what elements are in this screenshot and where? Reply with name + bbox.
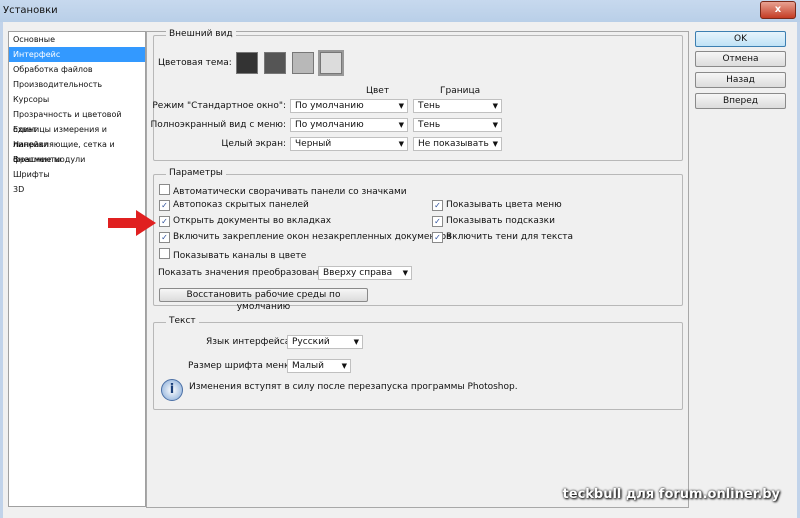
back-button[interactable]: Назад xyxy=(695,72,786,88)
appearance-row-label: Режим "Стандартное окно": xyxy=(152,101,286,111)
checkbox-label: Показывать цвета меню xyxy=(446,200,562,210)
theme-swatch[interactable] xyxy=(292,52,314,74)
border-value: Не показывать xyxy=(418,139,489,149)
text-title: Текст xyxy=(166,316,199,326)
border-select[interactable]: Тень ▼ xyxy=(413,99,502,113)
font-size-label: Размер шрифта меню: xyxy=(188,361,295,371)
appearance-row-label: Полноэкранный вид с меню: xyxy=(150,120,286,130)
border-select[interactable]: Не показывать ▼ xyxy=(413,137,502,151)
info-icon: i xyxy=(161,379,183,401)
language-label: Язык интерфейса: xyxy=(206,337,294,347)
color-select[interactable]: По умолчанию ▼ xyxy=(290,99,408,113)
appearance-group: Внешний вид Цветовая тема: Цвет Граница … xyxy=(150,29,683,161)
color-value: По умолчанию xyxy=(295,101,364,111)
checkbox-option[interactable]: Автоматически сворачивать панели со знач… xyxy=(159,184,407,198)
checkbox-label: Автопоказ скрытых панелей xyxy=(173,200,309,210)
chevron-down-icon: ▼ xyxy=(398,102,404,110)
color-select[interactable]: Черный ▼ xyxy=(290,137,408,151)
sidebar-item[interactable]: Обработка файлов xyxy=(9,62,145,77)
checkbox-label: Автоматически сворачивать панели со знач… xyxy=(173,187,407,197)
theme-swatch[interactable] xyxy=(318,50,344,76)
font-size-value: Малый xyxy=(292,361,324,371)
title-bar xyxy=(0,0,800,22)
border-value: Тень xyxy=(418,120,441,130)
checkbox-label: Открыть документы во вкладках xyxy=(173,216,332,226)
border-select[interactable]: Тень ▼ xyxy=(413,118,502,132)
window-title: Установки xyxy=(3,5,58,16)
parameters-group: Параметры Автоматически сворачивать пане… xyxy=(153,168,683,312)
close-button[interactable]: x xyxy=(760,1,796,19)
sidebar-item[interactable]: Интерфейс xyxy=(9,47,145,62)
main-panel: Внешний вид Цветовая тема: Цвет Граница … xyxy=(146,29,689,508)
checkbox-option[interactable]: ✓ Открыть документы во вкладках xyxy=(159,216,331,227)
chevron-down-icon: ▼ xyxy=(492,121,498,129)
checkbox[interactable]: ✓ xyxy=(432,232,443,243)
restore-workspaces-button[interactable]: Восстановить рабочие среды по умолчанию xyxy=(159,288,368,312)
sidebar-item[interactable]: Курсоры xyxy=(9,92,145,107)
appearance-row-label: Целый экран: xyxy=(221,139,286,149)
checkbox-label: Включить закрепление окон незакрепленных… xyxy=(173,232,452,242)
checkbox-option[interactable]: ✓ Включить закрепление окон незакрепленны… xyxy=(159,232,451,243)
checkbox[interactable]: ✓ xyxy=(159,200,170,211)
watermark: teckbull для forum.onliner.by xyxy=(562,487,780,502)
checkbox-label: Показывать каналы в цвете xyxy=(173,251,307,261)
language-value: Русский xyxy=(292,337,330,347)
checkbox-option[interactable]: Показывать каналы в цвете xyxy=(159,248,306,262)
sidebar-item[interactable]: Единицы измерения и линейки xyxy=(9,122,145,149)
chevron-down-icon: ▼ xyxy=(398,121,404,129)
ok-button[interactable]: OK xyxy=(695,31,786,47)
chevron-down-icon: ▼ xyxy=(402,269,408,277)
checkbox-option[interactable]: ✓ Показывать цвета меню xyxy=(432,200,562,211)
chevron-down-icon: ▼ xyxy=(398,140,404,148)
chevron-down-icon: ▼ xyxy=(492,140,498,148)
info-message: Изменения вступят в силу после перезапус… xyxy=(189,382,518,392)
checkbox[interactable] xyxy=(159,248,170,259)
color-column-header: Цвет xyxy=(366,86,390,96)
checkbox-option[interactable]: ✓ Показывать подсказки xyxy=(432,216,555,227)
font-size-select[interactable]: Малый ▼ xyxy=(287,359,351,373)
checkbox[interactable] xyxy=(159,184,170,195)
chevron-down-icon: ▼ xyxy=(341,362,347,370)
sidebar-item[interactable]: Шрифты xyxy=(9,167,145,182)
theme-label: Цветовая тема: xyxy=(158,58,232,68)
sidebar-item[interactable]: Основные xyxy=(9,32,145,47)
transform-select[interactable]: Вверху справа ▼ xyxy=(318,266,412,280)
cancel-button[interactable]: Отмена xyxy=(695,51,786,67)
checkbox-option[interactable]: ✓ Включить тени для текста xyxy=(432,232,573,243)
border-column-header: Граница xyxy=(440,86,481,96)
red-arrow-icon xyxy=(108,210,156,236)
transform-value: Вверху справа xyxy=(323,268,393,278)
theme-swatch[interactable] xyxy=(264,52,286,74)
sidebar-item[interactable]: 3D xyxy=(9,182,145,197)
sidebar-item[interactable]: Производительность xyxy=(9,77,145,92)
sidebar-item[interactable]: Направляющие, сетка и фрагменты xyxy=(9,137,145,164)
language-select[interactable]: Русский ▼ xyxy=(287,335,363,349)
sidebar-item[interactable]: Прозрачность и цветовой охват xyxy=(9,107,145,134)
checkbox[interactable]: ✓ xyxy=(432,200,443,211)
chevron-down-icon: ▼ xyxy=(492,102,498,110)
transform-label: Показать значения преобразования: xyxy=(158,268,333,278)
parameters-title: Параметры xyxy=(166,168,226,178)
color-value: Черный xyxy=(295,139,332,149)
sidebar-list: Основные Интерфейс Обработка файлов Произво… xyxy=(8,31,146,507)
sidebar-item[interactable]: Внешние модули xyxy=(9,152,145,167)
checkbox[interactable]: ✓ xyxy=(432,216,443,227)
checkbox-label: Показывать подсказки xyxy=(446,216,555,226)
appearance-title: Внешний вид xyxy=(166,29,236,39)
next-button[interactable]: Вперед xyxy=(695,93,786,109)
checkbox-option[interactable]: ✓ Автопоказ скрытых панелей xyxy=(159,200,309,211)
border-value: Тень xyxy=(418,101,441,111)
color-value: По умолчанию xyxy=(295,120,364,130)
color-select[interactable]: По умолчанию ▼ xyxy=(290,118,408,132)
chevron-down-icon: ▼ xyxy=(353,338,359,346)
text-group: Текст Язык интерфейса: Русский ▼ Размер ш… xyxy=(153,316,683,410)
checkbox-label: Включить тени для текста xyxy=(446,232,574,242)
theme-swatch[interactable] xyxy=(236,52,258,74)
checkbox[interactable]: ✓ xyxy=(159,232,170,243)
checkbox[interactable]: ✓ xyxy=(159,216,170,227)
